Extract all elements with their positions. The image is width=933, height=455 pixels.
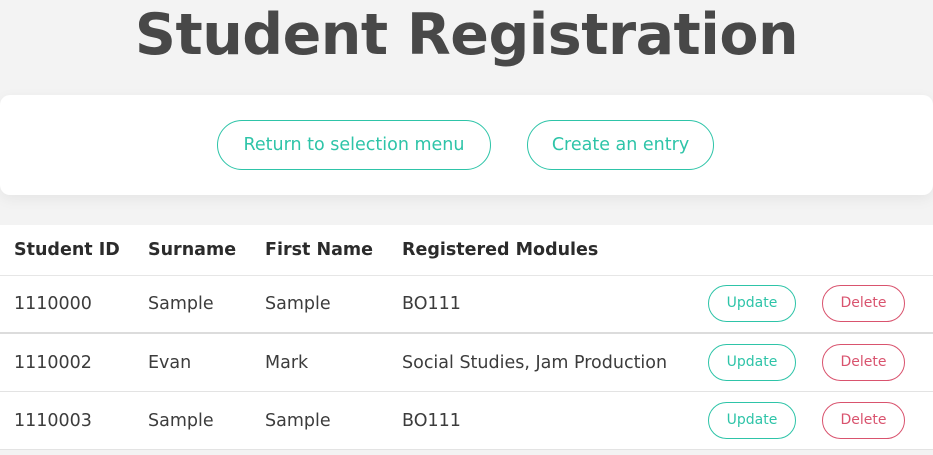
cell-modules: Social Studies, Jam Production [388, 333, 699, 393]
header-registered-modules: Registered Modules [388, 225, 699, 276]
header-delete-spacer [813, 225, 933, 276]
table-header-row: Student ID Surname First Name Registered… [0, 225, 933, 276]
return-to-menu-button[interactable]: Return to selection menu [217, 120, 491, 170]
page-title: Student Registration [134, 2, 799, 68]
cell-delete: Delete [813, 275, 933, 335]
create-entry-button[interactable]: Create an entry [527, 120, 714, 170]
students-table: Student ID Surname First Name Registered… [0, 225, 933, 451]
cell-update: Update [699, 333, 813, 393]
cell-modules: BO111 [388, 275, 699, 335]
action-card: Return to selection menu Create an entry [0, 95, 933, 195]
cell-student-id: 1110000 [0, 275, 134, 335]
cell-modules: BO111 [388, 391, 699, 451]
cell-update: Update [699, 391, 813, 451]
cell-first-name: Sample [251, 391, 388, 451]
update-button[interactable]: Update [708, 402, 796, 440]
cell-student-id: 1110003 [0, 391, 134, 451]
cell-delete: Delete [813, 391, 933, 451]
update-button[interactable]: Update [708, 285, 796, 323]
update-button[interactable]: Update [708, 344, 796, 382]
cell-surname: Sample [134, 275, 251, 335]
header-student-id: Student ID [0, 225, 134, 276]
table-row: 1110003 Sample Sample BO111 Update Delet… [0, 391, 933, 451]
cell-first-name: Sample [251, 275, 388, 335]
page: Student Registration Return to selection… [0, 0, 933, 455]
header-surname: Surname [134, 225, 251, 276]
cell-update: Update [699, 275, 813, 335]
cell-surname: Evan [134, 333, 251, 393]
students-table-container: Student ID Surname First Name Registered… [0, 225, 933, 451]
cell-delete: Delete [813, 333, 933, 393]
header-first-name: First Name [251, 225, 388, 276]
table-row: 1110000 Sample Sample BO111 Update Delet… [0, 275, 933, 335]
cell-surname: Sample [134, 391, 251, 451]
delete-button[interactable]: Delete [822, 344, 905, 382]
table-row: 1110002 Evan Mark Social Studies, Jam Pr… [0, 333, 933, 393]
cell-first-name: Mark [251, 333, 388, 393]
delete-button[interactable]: Delete [822, 402, 905, 440]
header-update-spacer [699, 225, 813, 276]
delete-button[interactable]: Delete [822, 285, 905, 323]
cell-student-id: 1110002 [0, 333, 134, 393]
